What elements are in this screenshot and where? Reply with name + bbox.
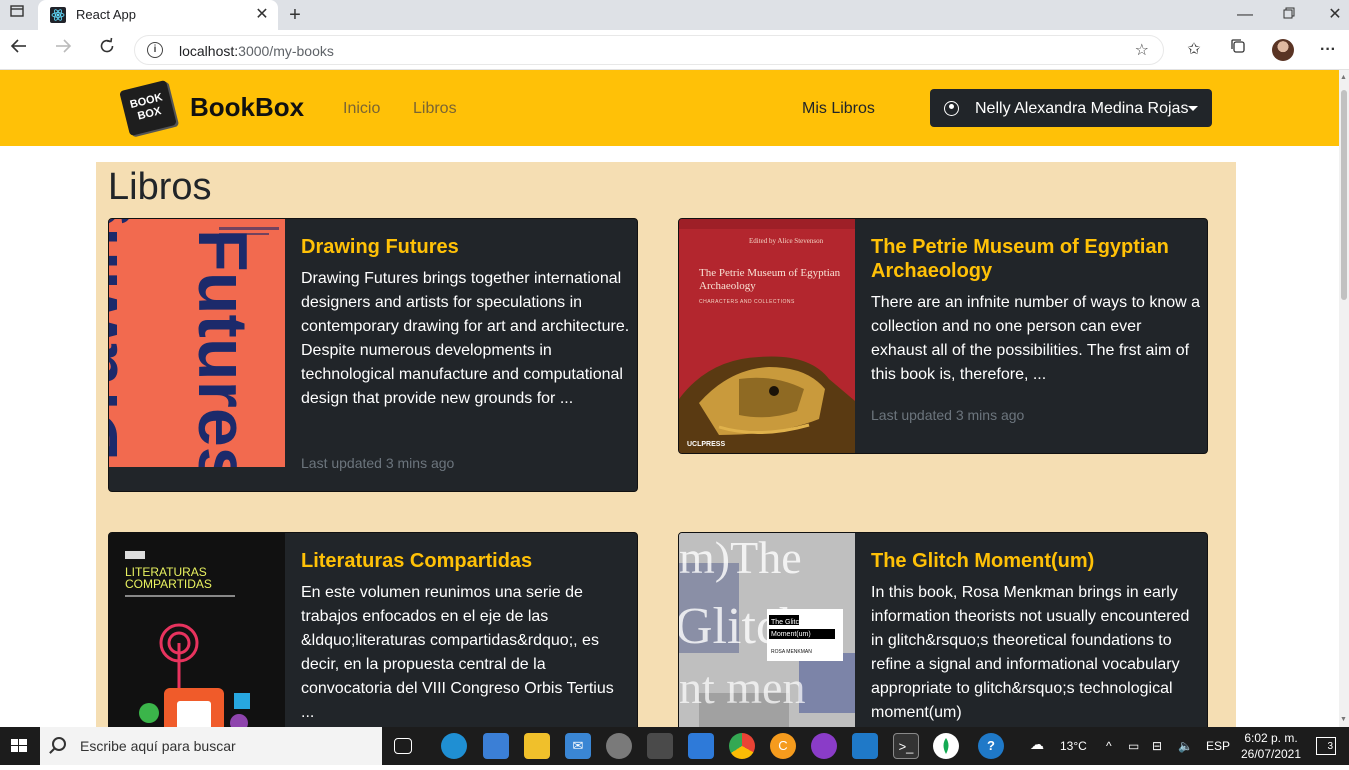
volume-icon[interactable]: 🔈 xyxy=(1178,739,1193,753)
search-icon xyxy=(52,737,66,751)
github-icon[interactable] xyxy=(811,733,837,759)
book-description: There are an infnite number of ways to k… xyxy=(871,294,1201,383)
file-explorer-icon[interactable] xyxy=(524,733,550,759)
url-input[interactable]: i localhost:3000/my-books ☆ xyxy=(134,35,1164,65)
scroll-up-icon[interactable]: ▲ xyxy=(1340,74,1347,81)
battery-icon[interactable]: ▭ xyxy=(1128,739,1139,753)
book-cover-glitch-moment[interactable]: m)The Glitch nt men h Glitch The Glitch … xyxy=(679,533,855,727)
scrollbar-thumb[interactable] xyxy=(1341,90,1347,300)
book-title[interactable]: The Glitch Moment(um) xyxy=(871,549,1191,573)
user-name: Nelly Alexandra Medina Rojas xyxy=(975,100,1189,117)
nav-link-libros[interactable]: Libros xyxy=(413,100,457,118)
book-cover-drawing-futures[interactable]: Drawing Futures xyxy=(109,219,285,467)
react-favicon-icon xyxy=(50,7,66,23)
weather-icon[interactable]: ☁ xyxy=(1030,736,1044,753)
books-container: Libros Drawing Futures Drawing Futures D… xyxy=(96,162,1236,727)
tab-actions-icon[interactable] xyxy=(4,2,30,28)
mail-icon[interactable]: ✉ xyxy=(565,733,591,759)
brand-name[interactable]: BookBox xyxy=(190,92,304,123)
address-bar: i localhost:3000/my-books ☆ ✩ ··· xyxy=(0,30,1349,70)
browser-tab-bar: React App ✕ + — ✕ xyxy=(0,0,1349,30)
book-card[interactable]: LITERATURAS COMPARTIDAS Literaturas Comp… xyxy=(108,532,638,727)
network-icon[interactable]: ⊟ xyxy=(1152,739,1162,753)
windows-start-icon[interactable] xyxy=(0,727,38,765)
book-card[interactable]: m)The Glitch nt men h Glitch The Glitch … xyxy=(678,532,1208,727)
edge-browser-icon[interactable] xyxy=(441,733,467,759)
page-viewport: BOOK BOX BookBox Inicio Libros Mis Libro… xyxy=(0,70,1339,727)
notifications-icon[interactable]: 3 xyxy=(1316,737,1336,755)
user-menu-button[interactable]: Nelly Alexandra Medina Rojas xyxy=(930,89,1212,127)
mongodb-icon[interactable] xyxy=(933,733,959,759)
close-tab-icon[interactable]: ✕ xyxy=(252,4,272,24)
book-updated: Last updated 3 mins ago xyxy=(871,407,1025,423)
book-cover-petrie-museum[interactable]: Edited by Alice Stevenson The Petrie Mus… xyxy=(679,219,855,453)
book-title[interactable]: The Petrie Museum of Egyptian Archaeolog… xyxy=(871,235,1191,283)
vscode-icon[interactable] xyxy=(852,733,878,759)
coins-icon[interactable]: C xyxy=(770,733,796,759)
browser-tab[interactable]: React App ✕ xyxy=(38,0,278,30)
windows-taskbar: Escribe aquí para buscar ✉ C >_ ? ☁ 13°C… xyxy=(0,727,1349,765)
page-title: Libros xyxy=(108,166,212,208)
site-navbar: BOOK BOX BookBox Inicio Libros Mis Libro… xyxy=(0,70,1339,146)
book-title[interactable]: Drawing Futures xyxy=(301,235,621,259)
nav-link-inicio[interactable]: Inicio xyxy=(343,100,380,118)
svg-text:m)The: m)The xyxy=(679,533,802,583)
svg-text:nt men: nt men xyxy=(679,662,805,713)
page-scrollbar[interactable]: ▲ ▼ xyxy=(1339,70,1349,727)
help-icon[interactable]: ? xyxy=(978,733,1004,759)
favorites-icon[interactable]: ✩ xyxy=(1182,38,1206,62)
task-view-icon[interactable] xyxy=(394,738,412,754)
forward-icon[interactable] xyxy=(50,37,76,63)
caret-down-icon xyxy=(1188,106,1198,111)
search-placeholder: Escribe aquí para buscar xyxy=(80,738,236,754)
book-card[interactable]: Edited by Alice Stevenson The Petrie Mus… xyxy=(678,218,1208,454)
add-favorite-icon[interactable]: ☆ xyxy=(1135,40,1149,60)
site-info-icon[interactable]: i xyxy=(147,42,163,58)
terminal-icon[interactable]: >_ xyxy=(893,733,919,759)
scroll-down-icon[interactable]: ▼ xyxy=(1340,716,1347,723)
url-text: localhost:3000/my-books xyxy=(179,43,334,59)
taskbar-search-input[interactable]: Escribe aquí para buscar xyxy=(40,727,382,765)
back-icon[interactable] xyxy=(6,37,32,63)
more-menu-icon[interactable]: ··· xyxy=(1316,38,1340,62)
calculator-icon[interactable] xyxy=(647,733,673,759)
cover-lettering: Drawing xyxy=(109,219,132,461)
paint-icon[interactable] xyxy=(606,733,632,759)
taskbar-clock[interactable]: 6:02 p. m. 26/07/2021 xyxy=(1240,730,1302,762)
restore-icon[interactable] xyxy=(1276,2,1302,28)
book-card[interactable]: Drawing Futures Drawing Futures Drawing … xyxy=(108,218,638,492)
book-description: Drawing Futures brings together internat… xyxy=(301,270,630,407)
tray-chevron-up-icon[interactable]: ^ xyxy=(1106,739,1112,753)
nav-link-mis-libros[interactable]: Mis Libros xyxy=(802,100,875,118)
profile-avatar[interactable] xyxy=(1272,39,1294,61)
book-description: In this book, Rosa Menkman brings in ear… xyxy=(871,584,1190,721)
book-updated: Last updated 3 mins ago xyxy=(301,455,455,471)
chrome-icon[interactable] xyxy=(729,733,755,759)
new-tab-icon[interactable]: + xyxy=(282,2,308,28)
bookbox-logo[interactable]: BOOK BOX xyxy=(119,79,177,137)
close-window-icon[interactable]: ✕ xyxy=(1322,2,1348,28)
store-icon[interactable] xyxy=(483,733,509,759)
user-circle-icon xyxy=(944,101,959,116)
refresh-icon[interactable] xyxy=(94,37,120,63)
minimize-icon[interactable]: — xyxy=(1232,2,1258,28)
temperature[interactable]: 13°C xyxy=(1060,739,1087,753)
calendar-icon[interactable] xyxy=(688,733,714,759)
collections-icon[interactable] xyxy=(1226,38,1250,62)
book-cover-literaturas-compartidas[interactable]: LITERATURAS COMPARTIDAS xyxy=(109,533,285,727)
book-title[interactable]: Literaturas Compartidas xyxy=(301,549,621,573)
book-description: En este volumen reunimos una serie de tr… xyxy=(301,584,614,721)
tab-title: React App xyxy=(76,7,136,22)
svg-text:Futures: Futures xyxy=(184,229,262,467)
language-indicator[interactable]: ESP xyxy=(1206,739,1230,753)
